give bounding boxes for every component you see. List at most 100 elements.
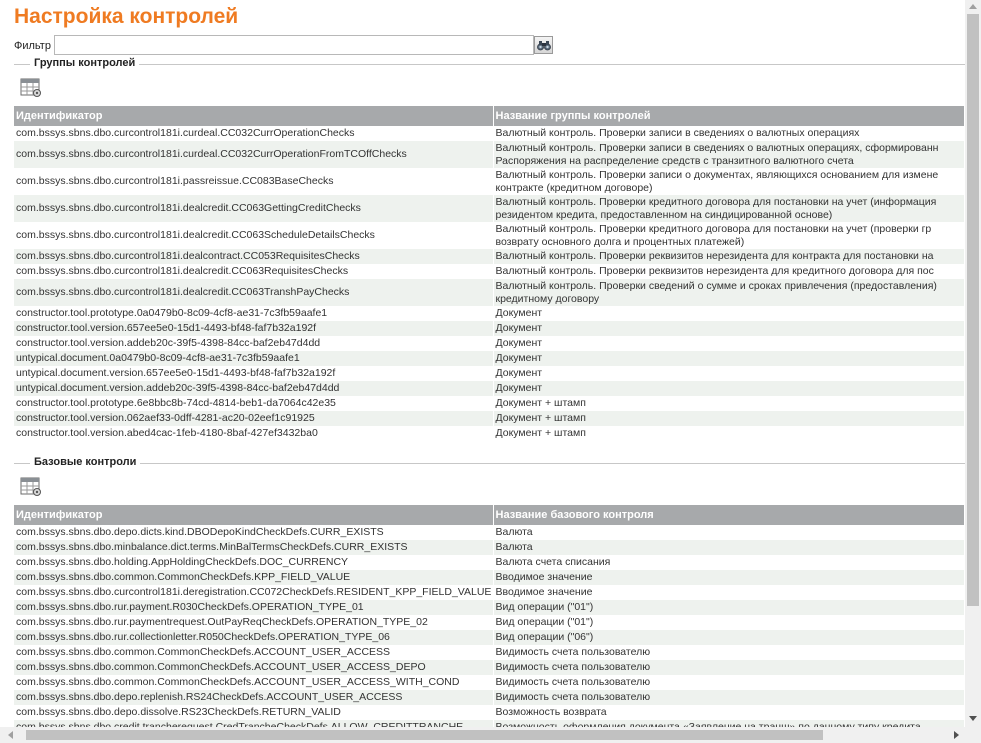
cell-name: Валютный контроль. Проверки кредитного д…: [493, 222, 965, 249]
table-row[interactable]: com.bssys.sbns.dbo.common.CommonCheckDef…: [14, 645, 965, 660]
scroll-up-arrow-icon[interactable]: [969, 4, 977, 9]
cell-identifier: constructor.tool.version.062aef33-0dff-4…: [14, 411, 494, 426]
cell-identifier: com.bssys.sbns.dbo.curcontrol181i.dealco…: [14, 249, 494, 264]
column-header-identifier[interactable]: Идентификатор: [14, 505, 494, 525]
cell-identifier: com.bssys.sbns.dbo.minbalance.dict.terms…: [14, 540, 494, 555]
cell-name: Вводимое значение: [493, 570, 965, 585]
cell-identifier: com.bssys.sbns.dbo.curcontrol181i.deregi…: [14, 585, 494, 600]
table-row[interactable]: com.bssys.sbns.dbo.common.CommonCheckDef…: [14, 675, 965, 690]
cell-identifier: untypical.document.version.addeb20c-39f5…: [14, 381, 494, 396]
cell-identifier: com.bssys.sbns.dbo.rur.payment.R030Check…: [14, 600, 494, 615]
table-row[interactable]: com.bssys.sbns.dbo.rur.payment.R030Check…: [14, 600, 965, 615]
table-row[interactable]: com.bssys.sbns.dbo.curcontrol181i.dealcr…: [14, 264, 965, 279]
cell-name: Вид операции ("01"): [493, 615, 965, 630]
scroll-down-arrow-icon[interactable]: [969, 716, 977, 721]
filter-label: Фильтр: [14, 40, 51, 52]
cell-identifier: com.bssys.sbns.dbo.curcontrol181i.passre…: [14, 168, 494, 195]
column-header-group-name[interactable]: Название группы контролей: [493, 106, 965, 126]
cell-identifier: com.bssys.sbns.dbo.curcontrol181i.curdea…: [14, 141, 494, 168]
table-row[interactable]: constructor.tool.version.062aef33-0dff-4…: [14, 411, 965, 426]
cell-identifier: com.bssys.sbns.dbo.curcontrol181i.curdea…: [14, 126, 494, 141]
table-row[interactable]: untypical.document.version.addeb20c-39f5…: [14, 381, 965, 396]
cell-identifier: untypical.document.version.657ee5e0-15d1…: [14, 366, 494, 381]
column-header-identifier[interactable]: Идентификатор: [14, 106, 494, 126]
table-row[interactable]: com.bssys.sbns.dbo.curcontrol181i.dealco…: [14, 249, 965, 264]
horizontal-scrollbar[interactable]: [0, 727, 965, 743]
table-row[interactable]: com.bssys.sbns.dbo.curcontrol181i.dealcr…: [14, 195, 965, 222]
cell-identifier: com.bssys.sbns.dbo.rur.paymentrequest.Ou…: [14, 615, 494, 630]
cell-identifier: constructor.tool.version.addeb20c-39f5-4…: [14, 336, 494, 351]
table-row[interactable]: com.bssys.sbns.dbo.rur.paymentrequest.Ou…: [14, 615, 965, 630]
cell-identifier: com.bssys.sbns.dbo.depo.dicts.kind.DBODe…: [14, 525, 494, 540]
table-row[interactable]: untypical.document.0a0479b0-8c09-4cf8-ae…: [14, 351, 965, 366]
horizontal-scroll-thumb[interactable]: [26, 730, 823, 740]
cell-name: Валютный контроль. Проверки реквизитов н…: [493, 264, 965, 279]
table-row[interactable]: com.bssys.sbns.dbo.depo.replenish.RS24Ch…: [14, 690, 965, 705]
table-row[interactable]: com.bssys.sbns.dbo.depo.dissolve.RS23Che…: [14, 705, 965, 720]
groups-fieldset-border: [14, 64, 965, 65]
table-row[interactable]: com.bssys.sbns.dbo.curcontrol181i.passre…: [14, 168, 965, 195]
table-row[interactable]: com.bssys.sbns.dbo.curcontrol181i.dealcr…: [14, 222, 965, 249]
cell-name: Валюта: [493, 525, 965, 540]
cell-identifier: untypical.document.0a0479b0-8c09-4cf8-ae…: [14, 351, 494, 366]
cell-name: Валютный контроль. Проверки записи в све…: [493, 141, 965, 168]
binoculars-icon: [536, 40, 551, 50]
vertical-scroll-thumb[interactable]: [967, 14, 979, 606]
cell-identifier: com.bssys.sbns.dbo.depo.dissolve.RS23Che…: [14, 705, 494, 720]
cell-name: Видимость счета пользователю: [493, 675, 965, 690]
cell-identifier: com.bssys.sbns.dbo.curcontrol181i.dealcr…: [14, 264, 494, 279]
table-row[interactable]: untypical.document.version.657ee5e0-15d1…: [14, 366, 965, 381]
base-table: Идентификатор Название базового контроля…: [14, 505, 965, 727]
cell-name: Документ: [493, 351, 965, 366]
cell-identifier: com.bssys.sbns.dbo.common.CommonCheckDef…: [14, 645, 494, 660]
cell-identifier: com.bssys.sbns.dbo.holding.AppHoldingChe…: [14, 555, 494, 570]
cell-name: Видимость счета пользователю: [493, 660, 965, 675]
cell-name: Валютный контроль. Проверки записи о док…: [493, 168, 965, 195]
table-row[interactable]: com.bssys.sbns.dbo.common.CommonCheckDef…: [14, 660, 965, 675]
table-row[interactable]: com.bssys.sbns.dbo.curcontrol181i.dealcr…: [14, 279, 965, 306]
table-row[interactable]: com.bssys.sbns.dbo.holding.AppHoldingChe…: [14, 555, 965, 570]
table-settings-icon: [20, 78, 41, 97]
cell-name: Валютный контроль. Проверки кредитного д…: [493, 195, 965, 222]
table-row[interactable]: com.bssys.sbns.dbo.minbalance.dict.terms…: [14, 540, 965, 555]
table-row[interactable]: com.bssys.sbns.dbo.rur.collectionletter.…: [14, 630, 965, 645]
table-settings-icon: [20, 477, 41, 496]
table-row[interactable]: constructor.tool.version.abed4cac-1feb-4…: [14, 426, 965, 441]
table-row[interactable]: constructor.tool.version.addeb20c-39f5-4…: [14, 336, 965, 351]
table-row[interactable]: com.bssys.sbns.dbo.curcontrol181i.curdea…: [14, 141, 965, 168]
cell-identifier: com.bssys.sbns.dbo.curcontrol181i.dealcr…: [14, 222, 494, 249]
table-row[interactable]: constructor.tool.version.657ee5e0-15d1-4…: [14, 321, 965, 336]
table-row[interactable]: com.bssys.sbns.dbo.credit.tranchereguest…: [14, 720, 965, 727]
cell-identifier: constructor.tool.version.abed4cac-1feb-4…: [14, 426, 494, 441]
table-row[interactable]: constructor.tool.prototype.0a0479b0-8c09…: [14, 306, 965, 321]
cell-name: Возможность возврата: [493, 705, 965, 720]
table-row[interactable]: com.bssys.sbns.dbo.common.CommonCheckDef…: [14, 570, 965, 585]
cell-name: Вид операции ("01"): [493, 600, 965, 615]
filter-input[interactable]: [54, 35, 534, 55]
cell-identifier: constructor.tool.prototype.6e8bbc8b-74cd…: [14, 396, 494, 411]
filter-search-button[interactable]: [534, 36, 553, 54]
table-row[interactable]: com.bssys.sbns.dbo.curcontrol181i.curdea…: [14, 126, 965, 141]
groups-legend: Группы контролей: [30, 57, 140, 69]
column-header-base-name[interactable]: Название базового контроля: [493, 505, 965, 525]
scroll-right-arrow-icon[interactable]: [954, 731, 959, 739]
base-table-settings-button[interactable]: [20, 477, 42, 497]
cell-identifier: com.bssys.sbns.dbo.curcontrol181i.dealcr…: [14, 195, 494, 222]
cell-name: Валюта: [493, 540, 965, 555]
cell-name: Вводимое значение: [493, 585, 965, 600]
scroll-left-arrow-icon[interactable]: [8, 731, 13, 739]
cell-identifier: com.bssys.sbns.dbo.common.CommonCheckDef…: [14, 675, 494, 690]
cell-name: Валютный контроль. Проверки записи в све…: [493, 126, 965, 141]
page-title: Настройка контролей: [14, 5, 239, 28]
vertical-scrollbar[interactable]: [965, 0, 981, 743]
cell-name: Видимость счета пользователю: [493, 690, 965, 705]
cell-name: Валютный контроль. Проверки сведений о с…: [493, 279, 965, 306]
table-row[interactable]: constructor.tool.prototype.6e8bbc8b-74cd…: [14, 396, 965, 411]
base-fieldset-border: [14, 463, 965, 464]
groups-table-settings-button[interactable]: [20, 78, 42, 98]
cell-identifier: com.bssys.sbns.dbo.depo.replenish.RS24Ch…: [14, 690, 494, 705]
cell-identifier: com.bssys.sbns.dbo.common.CommonCheckDef…: [14, 660, 494, 675]
cell-identifier: com.bssys.sbns.dbo.curcontrol181i.dealcr…: [14, 279, 494, 306]
table-row[interactable]: com.bssys.sbns.dbo.depo.dicts.kind.DBODe…: [14, 525, 965, 540]
table-row[interactable]: com.bssys.sbns.dbo.curcontrol181i.deregi…: [14, 585, 965, 600]
